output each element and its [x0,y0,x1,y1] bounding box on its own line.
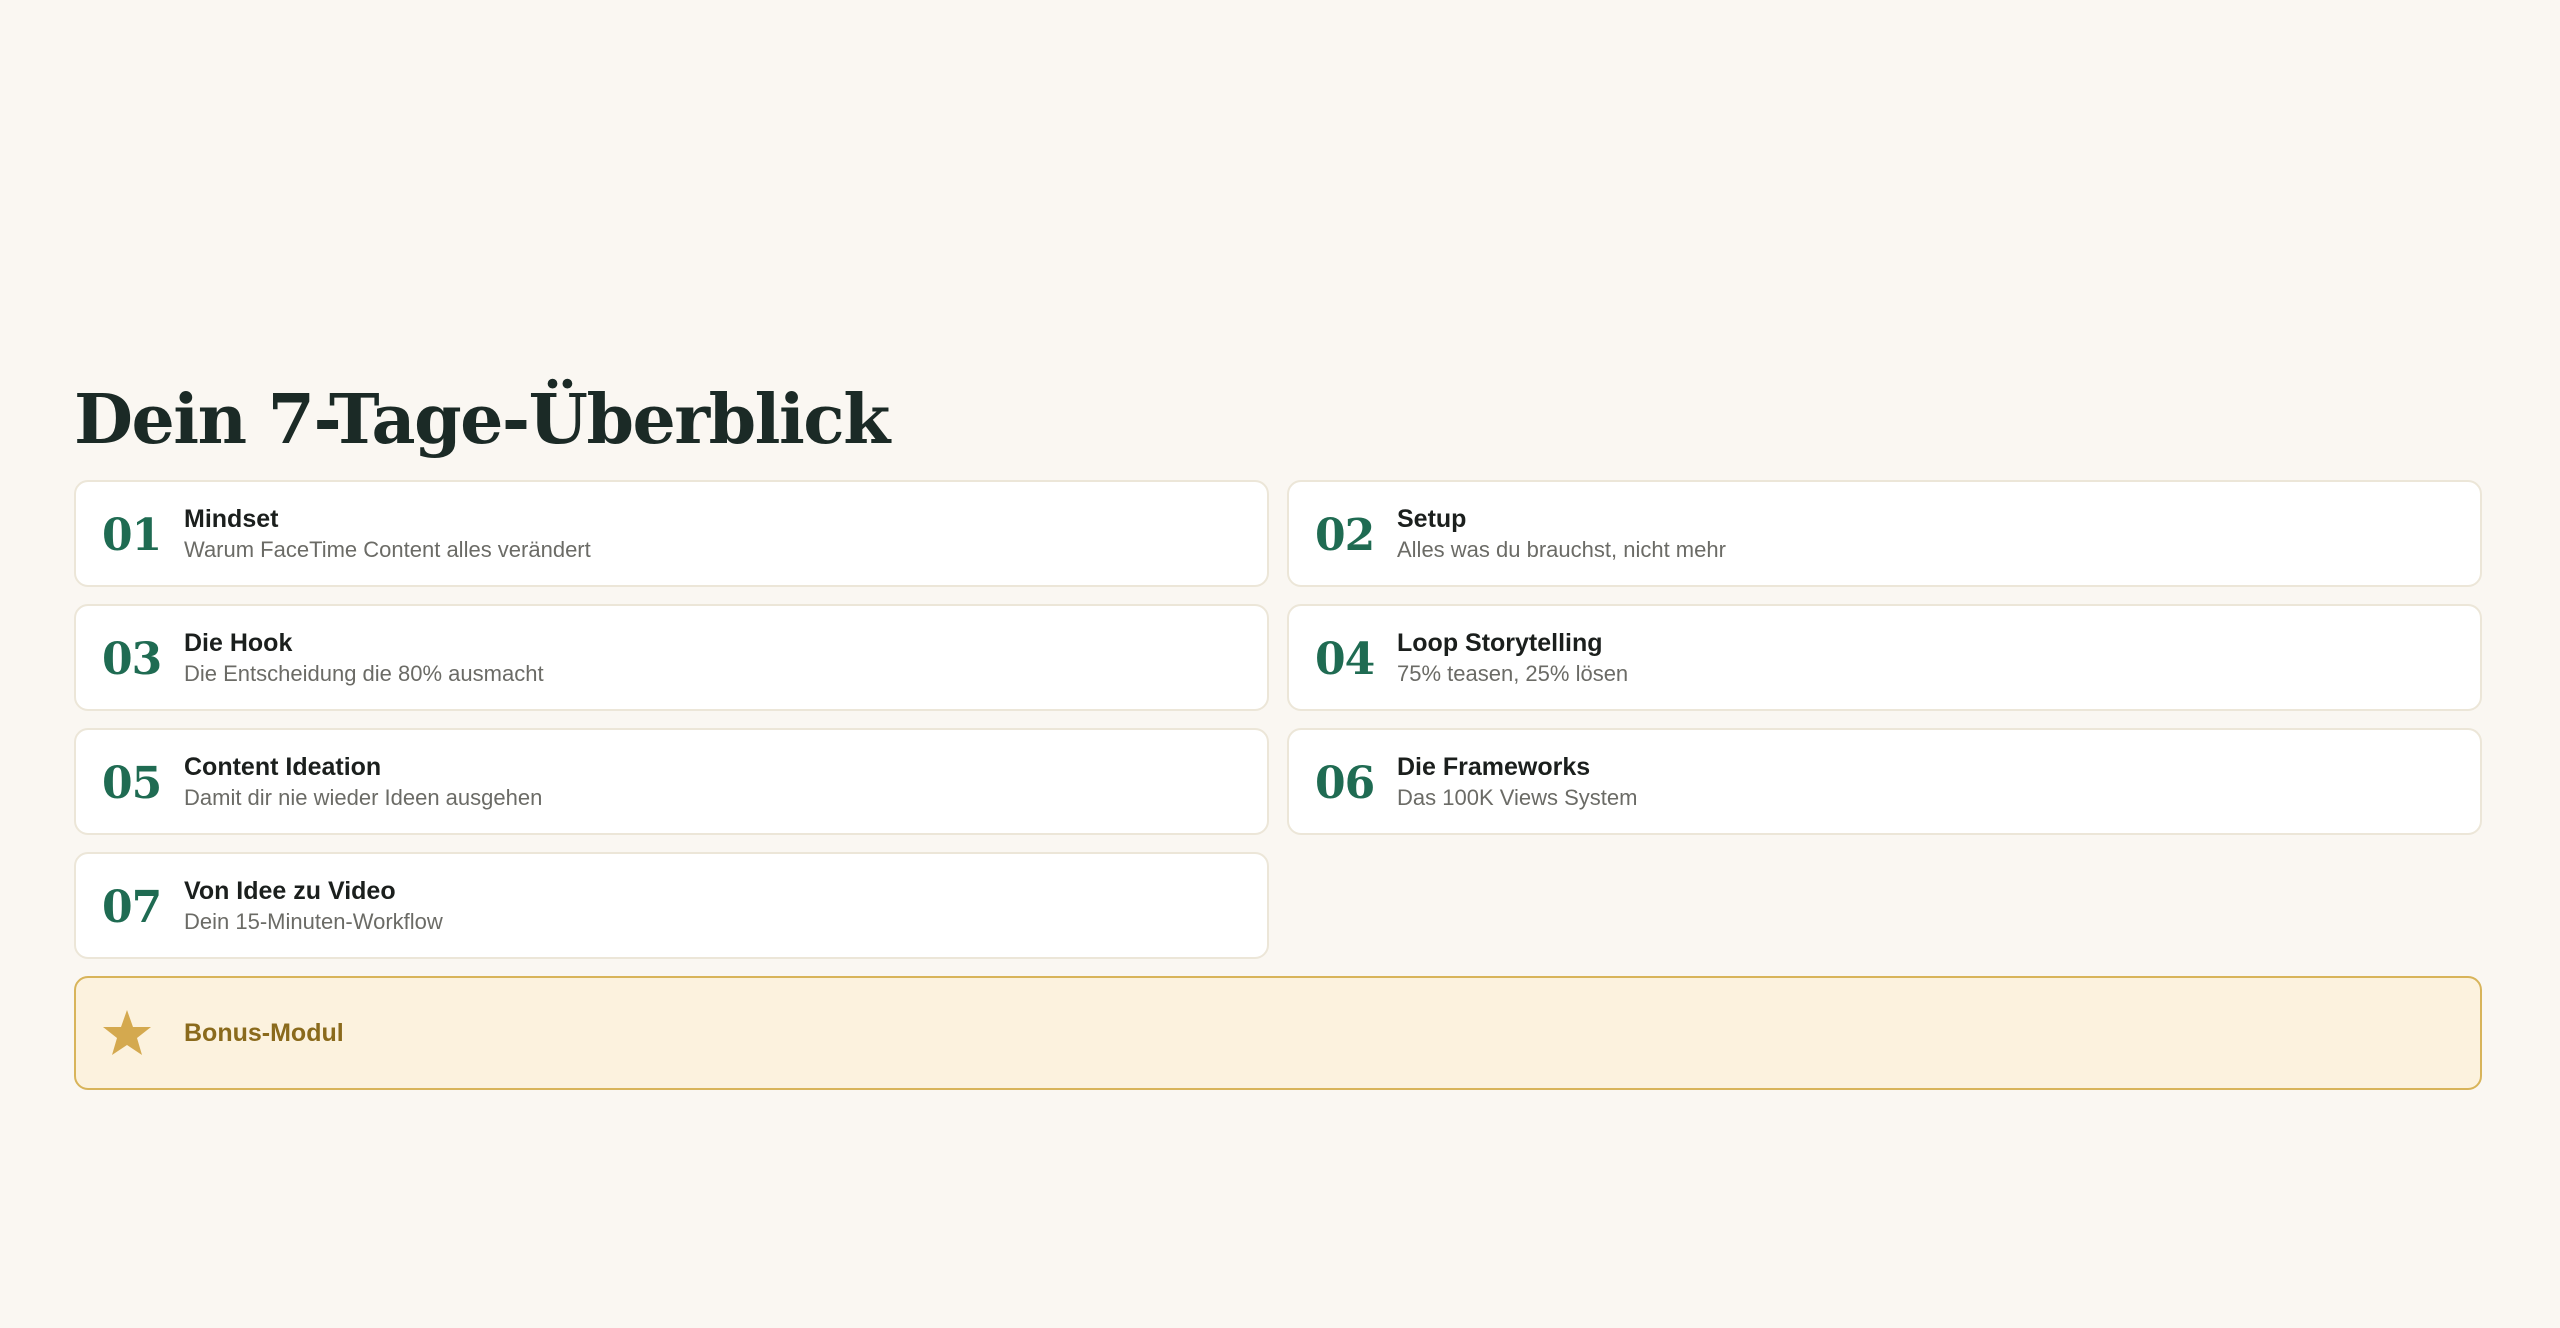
bonus-module-card[interactable]: Bonus-Modul [74,976,2482,1090]
module-card-01[interactable]: 01 Mindset Warum FaceTime Content alles … [74,480,1269,587]
module-number: 05 [102,758,162,809]
page-title: Dein 7-Tage-Überblick [74,380,890,460]
module-subtitle: Warum FaceTime Content alles verändert [184,536,591,562]
module-card-02[interactable]: 02 Setup Alles was du brauchst, nicht me… [1287,480,2482,587]
module-text: Die Hook Die Entscheidung die 80% ausmac… [184,627,544,689]
module-text: Content Ideation Damit dir nie wieder Id… [184,751,542,813]
module-text: Setup Alles was du brauchst, nicht mehr [1397,503,1726,565]
module-card-06[interactable]: 06 Die Frameworks Das 100K Views System [1287,728,2482,835]
module-number: 02 [1315,510,1375,561]
module-subtitle: 75% teasen, 25% lösen [1397,660,1629,686]
module-subtitle: Dein 15-Minuten-Workflow [184,908,443,934]
module-number: 07 [102,882,162,933]
module-subtitle: Damit dir nie wieder Ideen ausgehen [184,784,543,810]
module-title: Die Hook [184,628,293,657]
module-text: Mindset Warum FaceTime Content alles ver… [184,503,591,565]
star-icon [102,1009,184,1057]
module-number: 06 [1315,758,1375,809]
module-card-07[interactable]: 07 Von Idee zu Video Dein 15-Minuten-Wor… [74,852,1269,959]
module-text: Loop Storytelling 75% teasen, 25% lösen [1397,627,1628,689]
module-card-03[interactable]: 03 Die Hook Die Entscheidung die 80% aus… [74,604,1269,711]
module-title: Setup [1397,504,1467,533]
module-subtitle: Das 100K Views System [1397,784,1638,810]
module-title: Content Ideation [184,752,382,781]
module-grid: 01 Mindset Warum FaceTime Content alles … [74,480,2482,959]
module-number: 04 [1315,634,1375,685]
overview-section: Dein 7-Tage-Überblick 01 Mindset Warum F… [74,368,2482,1090]
module-card-05[interactable]: 05 Content Ideation Damit dir nie wieder… [74,728,1269,835]
module-number: 03 [102,634,162,685]
module-text: Von Idee zu Video Dein 15-Minuten-Workfl… [184,875,443,937]
module-card-04[interactable]: 04 Loop Storytelling 75% teasen, 25% lös… [1287,604,2482,711]
bonus-module-label: Bonus-Modul [184,1018,344,1047]
module-title: Loop Storytelling [1397,628,1603,657]
module-number: 01 [102,510,162,561]
module-subtitle: Die Entscheidung die 80% ausmacht [184,660,544,686]
module-title: Mindset [184,504,279,533]
module-title: Von Idee zu Video [184,876,396,905]
module-subtitle: Alles was du brauchst, nicht mehr [1397,536,1726,562]
module-text: Die Frameworks Das 100K Views System [1397,751,1637,813]
module-title: Die Frameworks [1397,752,1591,781]
